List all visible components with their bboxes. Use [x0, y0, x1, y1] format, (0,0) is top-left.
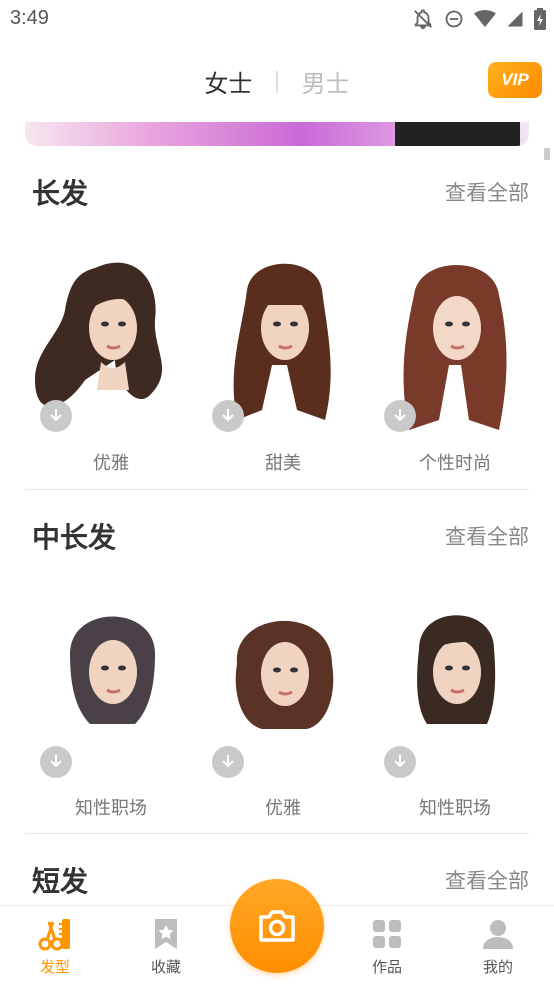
hairstyle-label: 知性职场 — [419, 798, 491, 819]
tab-female[interactable]: 女士 — [204, 64, 252, 99]
status-icons — [412, 8, 546, 30]
grid-icon — [373, 920, 401, 948]
hairstyle-label: 个性时尚 — [419, 453, 491, 474]
download-icon — [50, 409, 62, 422]
banner-image-dark — [395, 122, 520, 146]
status-time: 3:49 — [10, 7, 49, 29]
bookmark-star-icon — [155, 919, 177, 949]
do-not-disturb-icon — [445, 10, 463, 28]
nav-label: 作品 — [371, 958, 402, 976]
user-icon — [483, 920, 513, 949]
vip-button[interactable]: VIP — [488, 62, 542, 98]
download-icon — [50, 755, 62, 768]
download-button[interactable] — [40, 746, 72, 778]
download-button[interactable] — [212, 746, 244, 778]
download-button[interactable] — [212, 400, 244, 432]
view-all-link[interactable]: 查看全部 — [445, 865, 529, 895]
signal-icon — [507, 11, 523, 27]
scissors-comb-icon — [38, 919, 70, 951]
header: 女士 男士 VIP — [0, 40, 554, 122]
promo-banner[interactable] — [25, 122, 529, 146]
download-icon — [222, 755, 234, 768]
download-button[interactable] — [384, 746, 416, 778]
nav-label: 我的 — [482, 958, 513, 976]
section-divider — [25, 833, 529, 834]
section-divider — [25, 489, 529, 490]
hairstyle-label: 知性职场 — [75, 798, 147, 819]
download-icon — [394, 755, 406, 768]
hairstyle-label: 优雅 — [93, 453, 129, 474]
nav-item-hairstyle[interactable]: 发型 — [15, 916, 95, 977]
download-button[interactable] — [40, 400, 72, 432]
section-title: 短发 — [32, 865, 89, 898]
battery-icon — [534, 8, 546, 30]
camera-icon — [259, 910, 295, 942]
nav-item-profile[interactable]: 我的 — [458, 916, 538, 977]
camera-button[interactable] — [230, 879, 324, 973]
nav-label: 收藏 — [150, 958, 181, 976]
section-title: 中长发 — [32, 521, 117, 554]
nav-item-favorites[interactable]: 收藏 — [126, 916, 206, 977]
nav-label: 发型 — [39, 958, 70, 976]
gender-tabs: 女士 男士 — [0, 64, 554, 99]
tab-divider — [276, 70, 278, 93]
download-button[interactable] — [384, 400, 416, 432]
scrollbar[interactable] — [544, 148, 550, 160]
status-bar: 3:49 — [0, 0, 554, 40]
section-title: 长发 — [32, 177, 89, 210]
hairstyle-label: 甜美 — [265, 453, 301, 474]
view-all-link[interactable]: 查看全部 — [445, 177, 529, 207]
download-icon — [222, 409, 234, 422]
hairstyle-label: 优雅 — [265, 798, 301, 819]
nav-item-works[interactable]: 作品 — [347, 916, 427, 977]
wifi-icon — [474, 10, 496, 28]
tab-male[interactable]: 男士 — [302, 64, 350, 99]
download-icon — [394, 409, 406, 422]
notifications-off-icon — [414, 9, 432, 30]
view-all-link[interactable]: 查看全部 — [445, 521, 529, 551]
